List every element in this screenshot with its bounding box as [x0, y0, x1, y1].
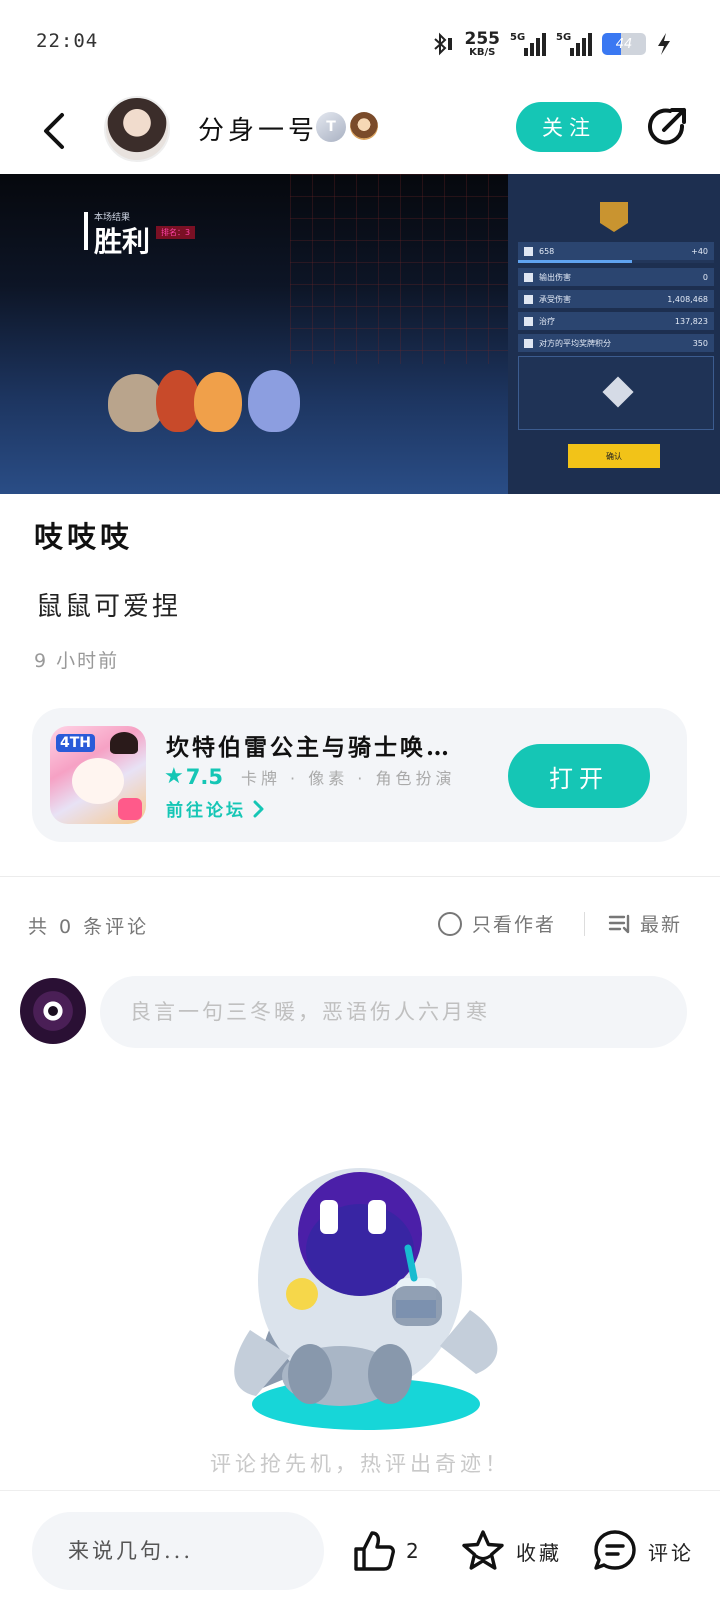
like-count: 2 — [406, 1539, 422, 1563]
signal-2-icon: 5G — [556, 32, 592, 56]
back-button[interactable] — [34, 108, 74, 154]
radio-icon — [438, 911, 462, 936]
level-badge: T — [316, 112, 346, 142]
status-icons: 255 KB/S 5G 5G 44 — [429, 24, 673, 64]
game-board-background — [290, 174, 510, 364]
reward-box — [518, 356, 714, 430]
game-meta: ★ 7.5 卡牌 · 像素 · 角色扮演 — [164, 764, 455, 789]
game-card[interactable]: 4TH 坎特伯雷公主与骑士唤… ★ 7.5 卡牌 · 像素 · 角色扮演 前往论… — [32, 708, 687, 842]
favorite-label: 收藏 — [516, 1540, 562, 1565]
comment-label: 评论 — [648, 1540, 694, 1565]
game-icon-tag: 4TH — [56, 734, 96, 752]
post-header: 分身一号 T 关注 — [0, 88, 720, 174]
my-avatar — [20, 978, 86, 1044]
result-panel: 658 +40 输出伤害 0 承受伤害 1,408,468 治疗 137,823… — [508, 174, 720, 494]
thumbs-up-icon — [354, 1531, 395, 1571]
shield-icon — [524, 294, 533, 304]
follow-button[interactable]: 关注 — [516, 102, 622, 152]
game-name[interactable]: 坎特伯雷公主与骑士唤… — [166, 728, 466, 762]
net-speed: 255 KB/S — [464, 28, 501, 58]
game-rating: 7.5 — [185, 764, 223, 789]
share-icon — [648, 108, 686, 145]
post-body: 鼠鼠可爱捏 — [36, 592, 182, 622]
confirm-button: 确认 — [568, 444, 660, 468]
comment-input[interactable] — [100, 976, 687, 1048]
like-button[interactable]: 2 — [352, 1526, 422, 1576]
post-title: 吱吱吱 — [34, 520, 134, 554]
open-game-button[interactable]: 打开 — [508, 744, 650, 808]
bilibili-icon — [118, 798, 142, 820]
mouse-characters — [108, 356, 318, 432]
post-time: 9 小时前 — [34, 650, 120, 672]
result-title: 胜利 — [94, 225, 151, 258]
empty-state-text: 评论抢先机，热评出奇迹！ — [210, 1452, 510, 1476]
bluetooth-icon — [433, 32, 452, 56]
stat-row-heal: 治疗 137,823 — [518, 312, 714, 330]
stat-row-taken: 承受伤害 1,408,468 — [518, 290, 714, 308]
plus-icon — [524, 316, 533, 326]
forum-link-label: 前往论坛 — [166, 801, 246, 821]
reward-icon — [602, 376, 634, 408]
separator — [584, 912, 585, 936]
say-input[interactable] — [32, 1512, 324, 1590]
signal-1-icon: 5G — [510, 32, 546, 56]
medal-icon — [600, 202, 628, 232]
net-speed-unit: KB/S — [469, 46, 496, 58]
comment-button[interactable]: 评论 — [592, 1526, 694, 1576]
battery-level: 44 — [615, 36, 633, 52]
sort-label: 最新 — [640, 914, 683, 936]
favorite-button[interactable]: 收藏 — [460, 1526, 562, 1576]
comment-count: 共 0 条评论 — [28, 916, 150, 938]
author-avatar[interactable] — [104, 96, 170, 162]
stat-row-damage: 输出伤害 0 — [518, 268, 714, 286]
only-author-toggle[interactable]: 只看作者 — [438, 910, 556, 937]
comment-icon — [594, 1530, 636, 1570]
star-icon: ★ — [164, 764, 184, 789]
star-outline-icon — [462, 1530, 504, 1570]
game-icon[interactable]: 4TH — [50, 726, 146, 824]
empty-state-mascot-icon — [234, 1168, 498, 1430]
chevron-right-icon — [253, 800, 264, 817]
avatar-badge-icon — [350, 112, 378, 140]
battery-icon: 44 — [602, 33, 646, 55]
stat-row-trophy: 658 +40 — [518, 242, 714, 260]
sort-toggle[interactable]: 最新 — [608, 910, 682, 937]
bottom-divider — [0, 1490, 720, 1491]
signal-1-label: 5G — [510, 32, 526, 43]
game-tags: 卡牌 · 像素 · 角色扮演 — [240, 768, 456, 788]
post-image[interactable]: 本场结果 胜利 排名：3 658 +40 输出伤害 0 承受伤害 1,408,4… — [0, 174, 720, 494]
forum-link[interactable]: 前往论坛 — [166, 796, 264, 821]
author-name[interactable]: 分身一号 — [198, 110, 318, 147]
trophy-progress — [518, 260, 714, 263]
share-button[interactable] — [644, 104, 690, 150]
rank-tag: 排名：3 — [156, 226, 196, 239]
net-speed-value: 255 — [464, 28, 501, 49]
status-bar: 22:04 255 KB/S 5G 5G 44 — [0, 0, 720, 88]
charging-icon — [658, 33, 670, 55]
trophy-icon — [524, 246, 533, 256]
signal-2-label: 5G — [556, 32, 572, 43]
chevron-left-icon — [44, 113, 64, 149]
divider — [0, 876, 720, 877]
status-time: 22:04 — [36, 30, 99, 52]
stat-row-medal-score: 对方的平均奖牌积分 350 — [518, 334, 714, 352]
swords-icon — [524, 272, 533, 282]
sort-icon — [608, 914, 630, 933]
cup-icon — [524, 338, 533, 348]
only-author-label: 只看作者 — [472, 914, 557, 936]
